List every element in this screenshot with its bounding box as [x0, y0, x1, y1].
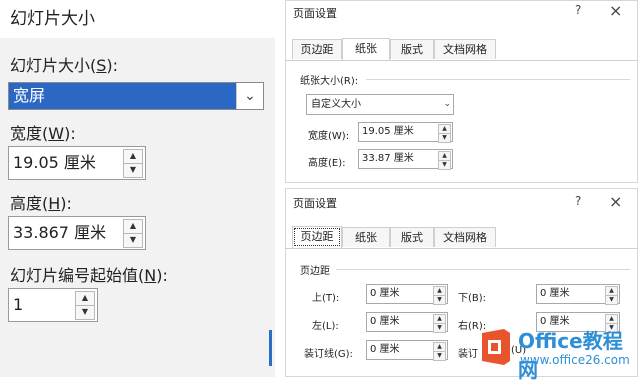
height-stepper[interactable]: 33.87 厘米 ▲ ▼	[358, 149, 453, 170]
margins-section-label: 页边距	[300, 266, 330, 277]
top-margin-stepper[interactable]: 0 厘米 ▲ ▼	[366, 284, 448, 305]
tab-layout[interactable]: 版式	[390, 227, 434, 247]
left-margin-label: 左(L):	[312, 321, 339, 332]
decrement-down-icon[interactable]: ▼	[433, 351, 446, 361]
decrement-down-icon[interactable]: ▼	[433, 295, 446, 305]
decrement-down-icon[interactable]: ▼	[433, 323, 446, 333]
scroll-indicator	[269, 330, 272, 366]
height-value[interactable]: 33.87 厘米	[362, 150, 414, 168]
tab-paper[interactable]: 纸张	[342, 38, 390, 60]
tab-layout[interactable]: 版式	[390, 39, 434, 59]
tab-margins[interactable]: 页边距	[292, 39, 342, 59]
left-margin-value[interactable]: 0 厘米	[370, 313, 400, 331]
panel-title: 幻灯片大小	[0, 0, 275, 38]
start-number-label: 幻灯片编号起始值(N):	[10, 266, 168, 285]
left-margin-stepper[interactable]: 0 厘米 ▲ ▼	[366, 312, 448, 333]
tab-paper[interactable]: 纸张	[342, 227, 390, 247]
close-icon[interactable]: ×	[609, 192, 622, 211]
paper-size-dropdown[interactable]: 自定义大小 ⌄	[306, 94, 454, 115]
dialog-title: 页面设置	[293, 7, 337, 20]
slide-size-label: 幻灯片大小(S):	[10, 56, 119, 75]
chevron-down-icon[interactable]: ⌄	[443, 95, 451, 114]
decrement-down-icon[interactable]: ▼	[605, 295, 618, 305]
paper-size-section-label: 纸张大小(R):	[300, 76, 359, 87]
help-icon[interactable]: ?	[575, 194, 581, 208]
help-icon[interactable]: ?	[575, 3, 581, 17]
decrement-down-icon[interactable]: ▼	[123, 233, 143, 248]
increment-up-icon[interactable]: ▲	[123, 149, 143, 164]
increment-up-icon[interactable]: ▲	[75, 291, 95, 306]
dialog-title: 页面设置	[293, 197, 337, 210]
bottom-margin-stepper[interactable]: 0 厘米 ▲ ▼	[536, 284, 620, 305]
paper-size-value: 自定义大小	[311, 99, 361, 110]
tab-bar: 页边距 纸张 版式 文档网格	[286, 36, 637, 61]
brand-url: www.office26.com	[520, 353, 630, 367]
width-stepper[interactable]: 19.05 厘米 ▲ ▼	[8, 146, 146, 180]
slide-size-panel: 幻灯片大小 幻灯片大小(S): 宽屏 ⌄ 宽度(W): 19.05 厘米 ▲ ▼…	[0, 0, 275, 377]
start-number-value[interactable]: 1	[13, 289, 23, 321]
section-divider	[366, 79, 630, 80]
height-label: 高度(E):	[308, 158, 346, 169]
start-number-stepper[interactable]: 1 ▲ ▼	[8, 288, 98, 322]
tab-document-grid[interactable]: 文档网格	[434, 227, 496, 247]
decrement-down-icon[interactable]: ▼	[123, 163, 143, 178]
close-icon[interactable]: ×	[609, 1, 622, 20]
page-setup-dialog-paper: 页面设置 ? × 页边距 纸张 版式 文档网格 纸张大小(R): 自定义大小 ⌄…	[285, 0, 638, 183]
slide-size-value: 宽屏	[9, 83, 237, 109]
chevron-down-icon[interactable]: ⌄	[236, 83, 263, 109]
top-margin-label: 上(T):	[312, 293, 340, 304]
height-stepper[interactable]: 33.867 厘米 ▲ ▼	[8, 216, 146, 250]
tab-document-grid[interactable]: 文档网格	[434, 39, 496, 59]
decrement-down-icon[interactable]: ▼	[438, 160, 451, 170]
width-label: 宽度(W):	[308, 131, 350, 142]
increment-up-icon[interactable]: ▲	[123, 219, 143, 234]
width-value[interactable]: 19.05 厘米	[362, 123, 414, 141]
bottom-margin-label: 下(B):	[458, 293, 487, 304]
height-label: 高度(H):	[10, 194, 72, 213]
width-stepper[interactable]: 19.05 厘米 ▲ ▼	[358, 122, 453, 143]
decrement-down-icon[interactable]: ▼	[438, 133, 451, 143]
section-divider	[336, 269, 630, 270]
top-margin-value[interactable]: 0 厘米	[370, 285, 400, 303]
tab-margins[interactable]: 页边距	[292, 226, 342, 248]
width-label: 宽度(W):	[10, 124, 76, 143]
height-value[interactable]: 33.867 厘米	[13, 217, 106, 249]
slide-size-dropdown[interactable]: 宽屏 ⌄	[8, 82, 264, 110]
decrement-down-icon[interactable]: ▼	[75, 305, 95, 320]
tab-bar: 页边距 纸张 版式 文档网格	[286, 224, 637, 249]
bottom-margin-value[interactable]: 0 厘米	[540, 285, 570, 303]
watermark: Office教程网 www.office26.com	[470, 323, 640, 382]
width-value[interactable]: 19.05 厘米	[13, 147, 96, 179]
gutter-label: 装订线(G):	[304, 349, 353, 360]
gutter-stepper[interactable]: 0 厘米 ▲ ▼	[366, 340, 448, 361]
gutter-value[interactable]: 0 厘米	[370, 341, 400, 359]
office-logo-icon	[482, 329, 510, 365]
